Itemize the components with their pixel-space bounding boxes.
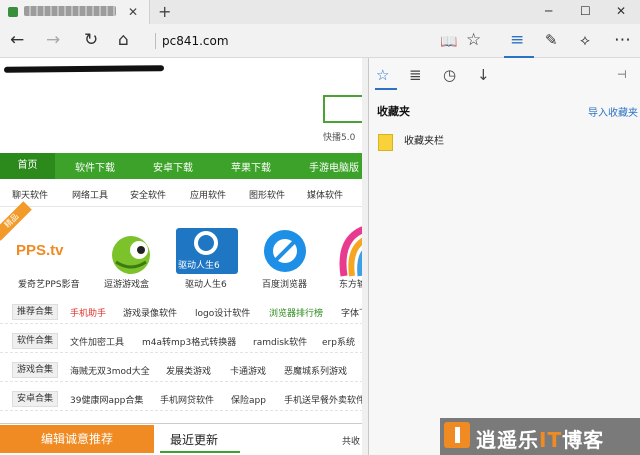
row-link[interactable]: ramdisk软件 bbox=[253, 335, 307, 348]
row-link[interactable]: 海贼无双3mod大全 bbox=[70, 364, 150, 377]
history-icon[interactable]: ◷ bbox=[443, 66, 456, 84]
row-android: 安卓合集 39健康网app合集 手机网贷软件 保险app 手机送早餐外卖软件 bbox=[0, 387, 368, 411]
app-name-baidu-browser[interactable]: 百度浏览器 bbox=[262, 277, 307, 290]
row-link[interactable]: 手机助手 bbox=[70, 306, 106, 319]
it-logo-icon bbox=[444, 422, 470, 448]
search-caption[interactable]: 快播5.0 bbox=[323, 130, 355, 143]
reading-list-icon[interactable]: ≣ bbox=[409, 66, 422, 84]
row-tag[interactable]: 安卓合集 bbox=[12, 391, 59, 407]
favorite-star-icon[interactable]: ☆ bbox=[466, 30, 481, 50]
subnav-security[interactable]: 安全软件 bbox=[130, 188, 166, 201]
row-link[interactable]: 游戏录像软件 bbox=[123, 306, 177, 319]
hub-tab-indicator bbox=[375, 88, 397, 90]
row-link[interactable]: 保险app bbox=[231, 393, 266, 406]
driver-life-logo: 驱动人生6 bbox=[178, 261, 220, 271]
driver-life-icon: 驱动人生6 bbox=[176, 228, 238, 274]
nav-apple[interactable]: 苹果下载 bbox=[231, 159, 271, 174]
folder-icon bbox=[378, 134, 393, 151]
row-link[interactable]: 39健康网app合集 bbox=[70, 393, 143, 406]
address-input[interactable]: pc841.com bbox=[162, 34, 229, 48]
latest-updates-tab[interactable]: 最近更新 bbox=[170, 431, 218, 448]
tab-title-obscured bbox=[24, 6, 116, 16]
row-recommended: 推荐合集 手机助手 游戏录像软件 logo设计软件 浏览器排行榜 字体下 bbox=[0, 300, 368, 324]
browser-tab[interactable]: ✕ bbox=[0, 0, 150, 24]
reading-view-icon[interactable]: 📖 bbox=[440, 32, 457, 52]
new-tab-button[interactable]: + bbox=[158, 2, 171, 21]
favorites-bar-folder[interactable]: 收藏夹栏 bbox=[404, 132, 444, 147]
subnav-apps[interactable]: 应用软件 bbox=[190, 188, 226, 201]
total-count-label: 共收 bbox=[342, 437, 361, 447]
share-icon[interactable]: ⟡ bbox=[580, 30, 590, 50]
baidu-browser-icon bbox=[264, 230, 306, 272]
web-page: 快播5.0 首页 软件下载 安卓下载 苹果下载 手游电脑版 聊天软件 网络工具 … bbox=[0, 58, 368, 455]
pps-logo: PPS.tv bbox=[16, 242, 64, 259]
back-arrow-icon[interactable]: ← bbox=[10, 30, 24, 50]
redacted-text bbox=[3, 65, 165, 73]
more-icon[interactable]: ⋯ bbox=[614, 30, 631, 50]
downloads-icon[interactable]: ↓ bbox=[477, 66, 490, 84]
pin-icon[interactable]: ⊣ bbox=[617, 68, 627, 81]
game-box-icon bbox=[112, 236, 150, 274]
navigation-bar: ← → ↻ ⌂ pc841.com 📖 ☆ ≡ ✎ ⟡ ⋯ bbox=[0, 24, 640, 58]
row-link[interactable]: m4a转mp3格式转换器 bbox=[142, 335, 236, 348]
close-icon[interactable]: ✕ bbox=[616, 4, 626, 18]
site-favicon-icon bbox=[8, 7, 18, 17]
import-favorites-link[interactable]: 导入收藏夹 bbox=[588, 104, 638, 119]
watermark-text: 逍遥乐IT博客 bbox=[476, 424, 604, 453]
nav-mobile-games[interactable]: 手游电脑版 bbox=[309, 159, 359, 174]
row-link[interactable]: erp系统 bbox=[322, 335, 355, 348]
nav-android[interactable]: 安卓下载 bbox=[153, 159, 193, 174]
app-name-pps[interactable]: 爱奇艺PPS影音 bbox=[18, 277, 80, 290]
hub-title: 收藏夹 bbox=[377, 105, 410, 118]
subnav-network[interactable]: 网络工具 bbox=[72, 188, 108, 201]
row-link[interactable]: 恶魔城系列游戏 bbox=[284, 364, 347, 377]
row-tag[interactable]: 软件合集 bbox=[12, 333, 59, 349]
forward-arrow-icon[interactable]: → bbox=[46, 30, 60, 50]
site-sub-nav: 聊天软件 网络工具 安全软件 应用软件 图形软件 媒体软件 bbox=[0, 179, 368, 207]
web-note-icon[interactable]: ✎ bbox=[545, 30, 558, 50]
tab-close-icon[interactable]: ✕ bbox=[128, 5, 138, 19]
address-divider bbox=[155, 33, 156, 49]
editor-pick-tab[interactable]: 编辑诚意推荐 bbox=[0, 425, 154, 453]
hub-icon[interactable]: ≡ bbox=[510, 30, 524, 50]
row-tag[interactable]: 推荐合集 bbox=[12, 304, 59, 320]
row-link[interactable]: 文件加密工具 bbox=[70, 335, 124, 348]
row-games: 游戏合集 海贼无双3mod大全 发展类游戏 卡通游戏 恶魔城系列游戏 bbox=[0, 358, 368, 382]
subnav-chat[interactable]: 聊天软件 bbox=[12, 188, 48, 201]
app-tile-pps[interactable]: PPS.tv bbox=[12, 224, 84, 284]
row-link[interactable]: 发展类游戏 bbox=[166, 364, 211, 377]
app-name-driver[interactable]: 驱动人生6 bbox=[185, 277, 227, 290]
bottom-bar: 编辑诚意推荐 最近更新 共收 bbox=[0, 423, 368, 455]
subnav-media[interactable]: 媒体软件 bbox=[307, 188, 343, 201]
nav-software[interactable]: 软件下载 bbox=[75, 159, 115, 174]
title-bar: ✕ + ─ ☐ ✕ bbox=[0, 0, 640, 24]
watermark: 逍遥乐IT博客 bbox=[440, 418, 640, 455]
row-software: 软件合集 文件加密工具 m4a转mp3格式转换器 ramdisk软件 erp系统 bbox=[0, 329, 368, 353]
watermark-suffix: 博客 bbox=[562, 428, 605, 452]
favorites-icon[interactable]: ☆ bbox=[376, 66, 389, 84]
row-link[interactable]: 卡通游戏 bbox=[230, 364, 266, 377]
row-tag[interactable]: 游戏合集 bbox=[12, 362, 59, 378]
watermark-prefix: 逍遥乐 bbox=[476, 428, 539, 452]
app-name-game-box[interactable]: 逗游游戏盒 bbox=[104, 277, 149, 290]
gear-icon bbox=[194, 231, 218, 255]
nav-home[interactable]: 首页 bbox=[0, 153, 55, 179]
refresh-icon[interactable]: ↻ bbox=[84, 30, 98, 50]
maximize-icon[interactable]: ☐ bbox=[580, 4, 591, 18]
watermark-highlight: IT bbox=[539, 428, 563, 452]
latest-tab-underline bbox=[160, 451, 240, 453]
site-main-nav: 首页 软件下载 安卓下载 苹果下载 手游电脑版 bbox=[0, 153, 368, 179]
home-icon[interactable]: ⌂ bbox=[118, 30, 129, 50]
minimize-icon[interactable]: ─ bbox=[545, 4, 552, 18]
hub-panel: ☆ ≣ ◷ ↓ ⊣ 收藏夹 导入收藏夹 收藏夹栏 bbox=[368, 58, 640, 455]
row-link[interactable]: logo设计软件 bbox=[195, 306, 250, 319]
row-link[interactable]: 手机送早餐外卖软件 bbox=[284, 393, 365, 406]
row-link[interactable]: 手机网贷软件 bbox=[160, 393, 214, 406]
subnav-graphics[interactable]: 图形软件 bbox=[249, 188, 285, 201]
page-scrollbar[interactable] bbox=[362, 58, 368, 455]
row-link[interactable]: 浏览器排行榜 bbox=[269, 306, 323, 319]
